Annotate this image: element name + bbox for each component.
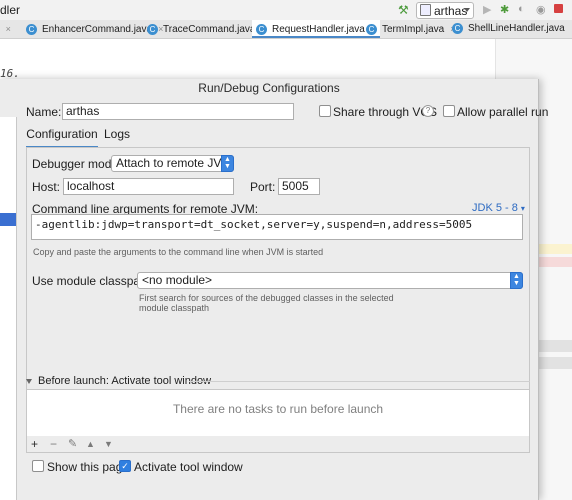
run-config-icon <box>420 4 431 16</box>
tab-fragment[interactable]: a× <box>0 20 11 38</box>
module-classpath-select[interactable]: <no module> ▲ ▼ <box>137 272 523 289</box>
class-icon: C <box>452 22 463 34</box>
tab-label: ShellLineHandler.java <box>468 23 565 34</box>
tab-shell-line-handler[interactable]: C ShellLineHandler.java <box>452 20 565 38</box>
activate-tool-window-label: Activate tool window <box>134 460 243 474</box>
panel-row <box>538 357 572 369</box>
stop-icon[interactable] <box>554 4 563 13</box>
name-label: Name: <box>26 105 62 119</box>
select-arrows-icon: ▲ ▼ <box>510 272 523 289</box>
no-tasks-text: There are no tasks to run before launch <box>172 402 384 416</box>
chevron-down-icon: ▾ <box>520 204 525 213</box>
coverage-icon[interactable]: ◐ <box>518 3 525 15</box>
port-field[interactable]: 5005 <box>278 178 320 195</box>
tab-label: TermImpl.java <box>382 24 445 35</box>
share-vcs-checkbox[interactable] <box>319 105 331 117</box>
run-debug-configurations-dialog: Run/Debug Configurations Name: arthas Sh… <box>0 79 548 500</box>
module-hint-line2: module classpath <box>139 303 210 313</box>
tab-label: RequestHandler.java <box>272 24 365 35</box>
debugger-mode-label: Debugger mode: <box>32 157 122 171</box>
module-classpath-value: <no module> <box>142 273 213 287</box>
ide-window-title: dler <box>0 3 21 17</box>
tab-trace-command[interactable]: CTraceCommand.java× <box>147 20 267 38</box>
name-field[interactable]: arthas <box>62 103 294 120</box>
class-icon: C <box>26 23 37 35</box>
collapse-triangle-icon <box>26 378 32 384</box>
tab-logs[interactable]: Logs <box>104 124 130 146</box>
panel-row <box>538 340 572 352</box>
help-icon[interactable]: ? <box>422 105 434 117</box>
tab-term-impl[interactable]: CTermImpl.java× <box>366 20 456 38</box>
host-field[interactable]: localhost <box>63 178 234 195</box>
tab-configuration[interactable]: Configuration <box>26 124 98 148</box>
activate-tool-window-checkbox[interactable]: ✓ <box>119 460 131 472</box>
highlighted-line <box>538 244 572 254</box>
build-hammer-icon[interactable]: ⚒ <box>398 3 409 17</box>
run-icon[interactable]: ▶ <box>483 3 491 16</box>
jdk-version-text: JDK 5 - 8 <box>472 202 518 214</box>
divider <box>189 381 530 382</box>
class-icon: C <box>256 23 267 35</box>
config-tabs: Configuration Logs <box>26 124 530 148</box>
move-down-button[interactable]: ▼ <box>104 436 113 452</box>
debugger-mode-value: Attach to remote JVM <box>116 156 232 170</box>
debugger-mode-select[interactable]: Attach to remote JVM ▲ ▼ <box>111 155 234 172</box>
tab-label: TraceCommand.java <box>163 24 256 35</box>
move-up-button[interactable]: ▲ <box>86 436 95 452</box>
tab-request-handler[interactable]: CRequestHandler.java× <box>252 20 381 38</box>
tab-enhancer-command[interactable]: C EnhancerCommand.java × <box>26 20 163 38</box>
host-label: Host: <box>32 180 61 194</box>
port-label: Port: <box>250 180 276 194</box>
module-classpath-label: Use module classpath: <box>32 274 154 288</box>
ide-toolbar: dler ⚒ arthas ▶ ✱ ◐ ◉ <box>0 0 572 21</box>
close-icon[interactable]: × <box>6 24 11 34</box>
before-launch-label: Before launch: Activate tool window <box>38 375 212 387</box>
dialog-title: Run/Debug Configurations <box>198 81 340 95</box>
edit-task-button[interactable]: ✎ <box>68 436 77 452</box>
allow-parallel-checkbox[interactable] <box>443 105 455 117</box>
cmdline-args-field[interactable]: -agentlib:jdwp=transport=dt_socket,serve… <box>31 214 523 240</box>
run-config-selector[interactable]: arthas <box>416 2 474 19</box>
run-config-name: arthas <box>434 4 468 18</box>
before-launch-header[interactable]: Before launch: Activate tool window <box>26 375 211 387</box>
breakpoint-line <box>538 257 572 267</box>
module-hint-line1: First search for sources of the debugged… <box>139 293 394 303</box>
profile-icon[interactable]: ◉ <box>536 3 546 16</box>
tab-label: EnhancerCommand.java <box>42 24 153 35</box>
add-task-button[interactable]: + <box>31 436 38 452</box>
before-launch-tasks-list[interactable]: There are no tasks to run before launch <box>26 389 530 437</box>
chevron-down-icon <box>464 8 470 12</box>
show-page-label: Show this page <box>47 460 130 474</box>
tasks-toolbar: + − ✎ ▲ ▼ <box>26 436 530 453</box>
select-arrows-icon: ▲ ▼ <box>221 155 234 172</box>
editor-tab-bar: a× CEnhancerCommand.java× CTraceCommand.… <box>0 20 572 39</box>
tree-selected-item[interactable] <box>0 213 16 226</box>
configuration-tree[interactable] <box>0 117 17 500</box>
class-icon: C <box>147 23 158 35</box>
jdk-version-link[interactable]: JDK 5 - 8 ▾ <box>472 202 525 214</box>
debug-icon[interactable]: ✱ <box>500 3 509 16</box>
remove-task-button[interactable]: − <box>50 436 57 452</box>
show-page-checkbox[interactable] <box>32 460 44 472</box>
cmdline-hint: Copy and paste the arguments to the comm… <box>33 247 324 257</box>
class-icon: C <box>366 23 377 35</box>
allow-parallel-label: Allow parallel run <box>457 105 549 119</box>
